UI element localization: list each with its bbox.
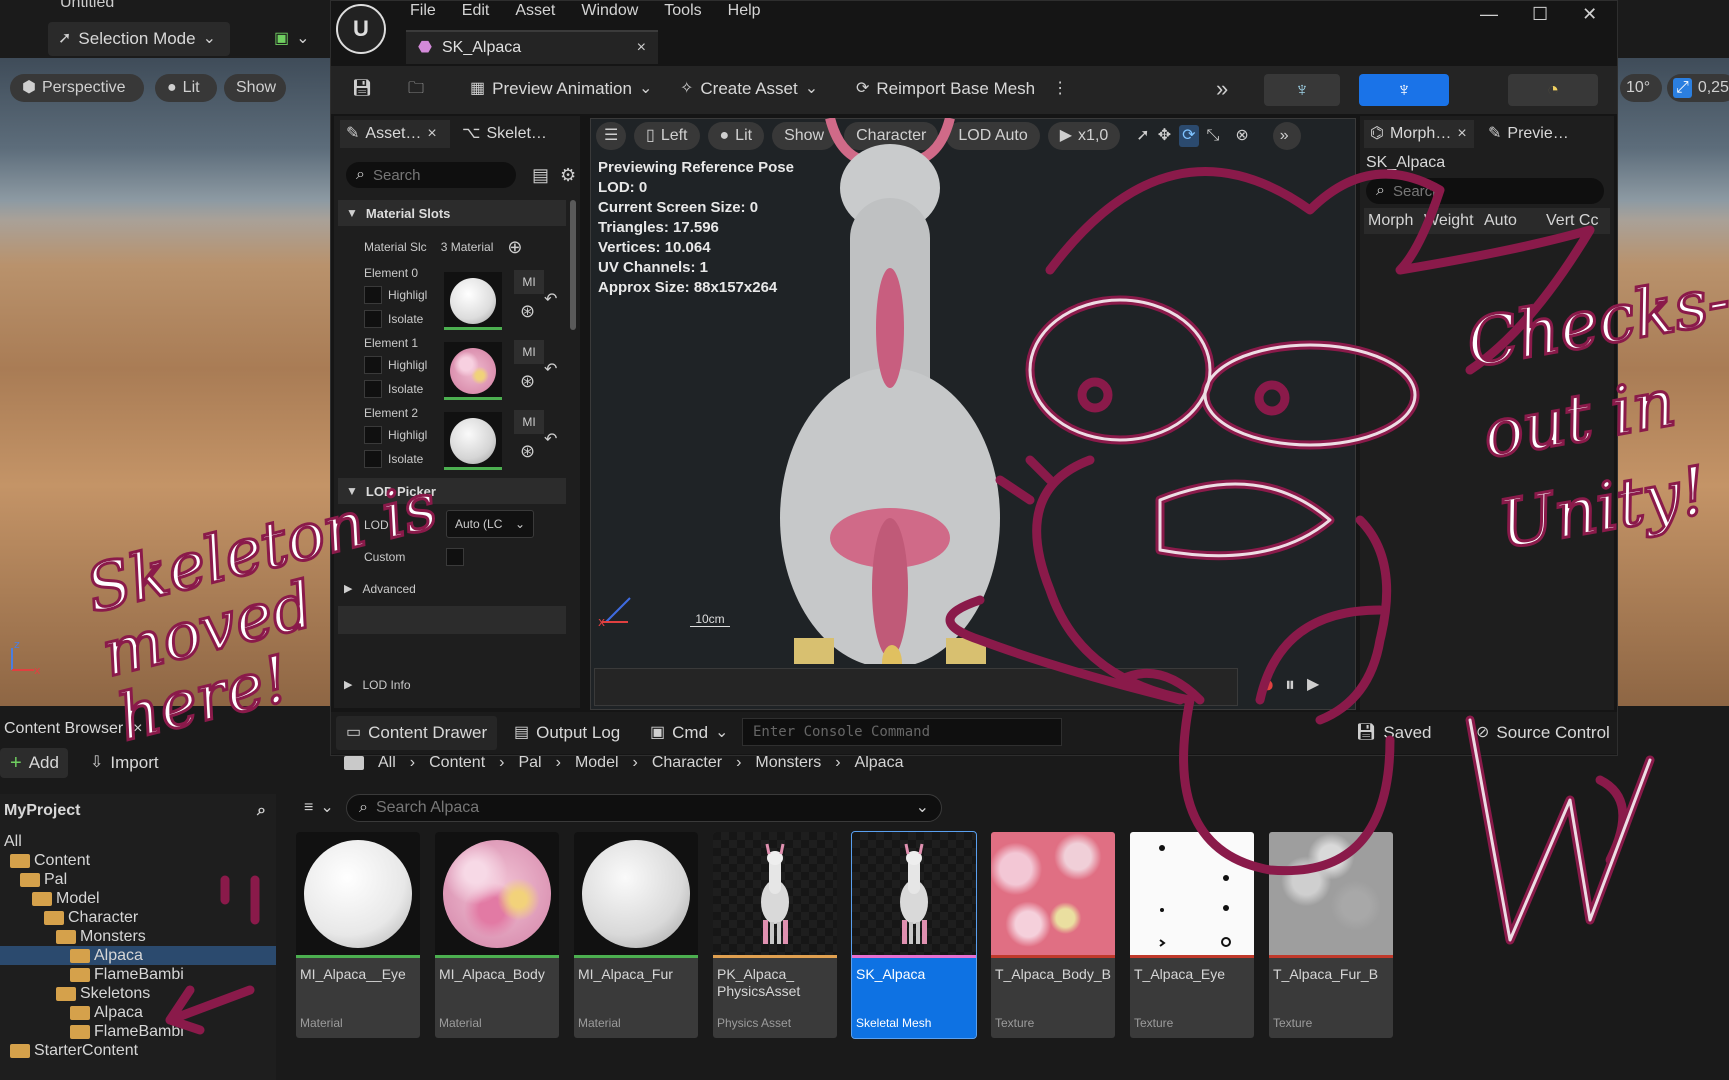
- unity-annotation: Checks- out in Unity!: [1460, 259, 1729, 565]
